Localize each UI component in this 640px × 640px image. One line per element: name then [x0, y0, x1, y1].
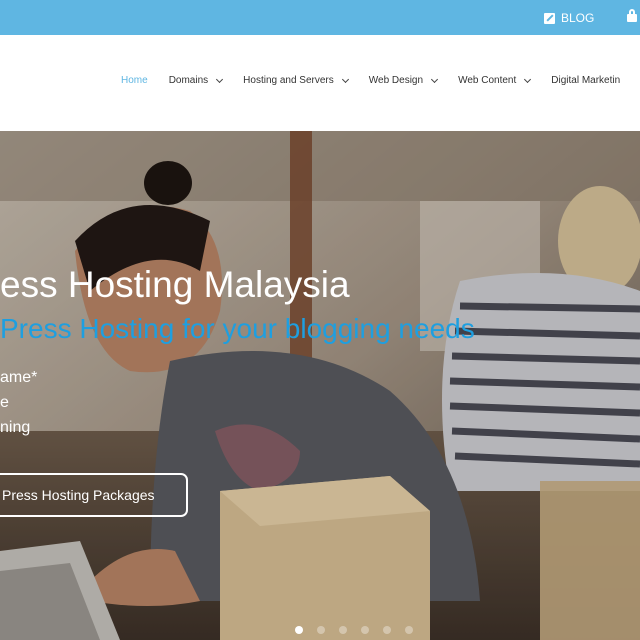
- slider-dot-active[interactable]: [295, 626, 303, 634]
- nav-item-label: Domains: [168, 75, 209, 86]
- slider-dot[interactable]: [361, 626, 369, 634]
- nav-item-label: Web Design: [368, 75, 424, 86]
- slider-dot[interactable]: [383, 626, 391, 634]
- nav-item-web-content[interactable]: Web Content: [458, 75, 532, 86]
- chevron-down-icon: [524, 75, 532, 83]
- main-nav: Home Domains Hosting and Servers Web Des…: [121, 75, 640, 86]
- slider-pagination: [295, 626, 427, 634]
- hero-slider: ess Hosting Malaysia Press Hosting for y…: [0, 131, 640, 640]
- hero-feature-item: ning: [0, 419, 31, 436]
- blog-link[interactable]: BLOG: [544, 10, 594, 26]
- nav-item-domains[interactable]: Domains: [168, 75, 224, 86]
- nav-item-label: Web Content: [458, 75, 517, 86]
- nav-item-home[interactable]: Home: [121, 75, 148, 86]
- nav-item-label: Digital Marketin: [551, 75, 621, 86]
- top-bar: BLOG: [0, 0, 640, 35]
- chevron-down-icon: [216, 75, 224, 83]
- hero-feature-item: ame*: [0, 369, 38, 386]
- nav-item-digital-marketing[interactable]: Digital Marketin: [551, 75, 620, 86]
- edit-icon: [544, 12, 555, 24]
- slider-dot[interactable]: [405, 626, 413, 634]
- nav-item-label: Home: [121, 75, 148, 86]
- nav-item-hosting-and-servers[interactable]: Hosting and Servers: [243, 75, 349, 86]
- hero-feature-list: ame* e ning: [0, 365, 37, 440]
- nav-item-web-design[interactable]: Web Design: [368, 75, 439, 86]
- hero-background-image: [0, 131, 640, 640]
- chevron-down-icon: [341, 75, 349, 83]
- site-header: Home Domains Hosting and Servers Web Des…: [0, 35, 640, 131]
- slider-dot[interactable]: [317, 626, 325, 634]
- hero-subtitle: Press Hosting for your blogging needs: [0, 313, 475, 344]
- blog-label: BLOG: [561, 11, 595, 25]
- nav-item-label: Hosting and Servers: [243, 75, 334, 86]
- hero-title: ess Hosting Malaysia: [0, 264, 350, 305]
- slider-dot[interactable]: [339, 626, 347, 634]
- hosting-packages-button[interactable]: Press Hosting Packages: [0, 473, 188, 517]
- chevron-down-icon: [431, 75, 439, 83]
- lock-icon[interactable]: [627, 9, 637, 22]
- hero-feature-item: e: [0, 394, 9, 411]
